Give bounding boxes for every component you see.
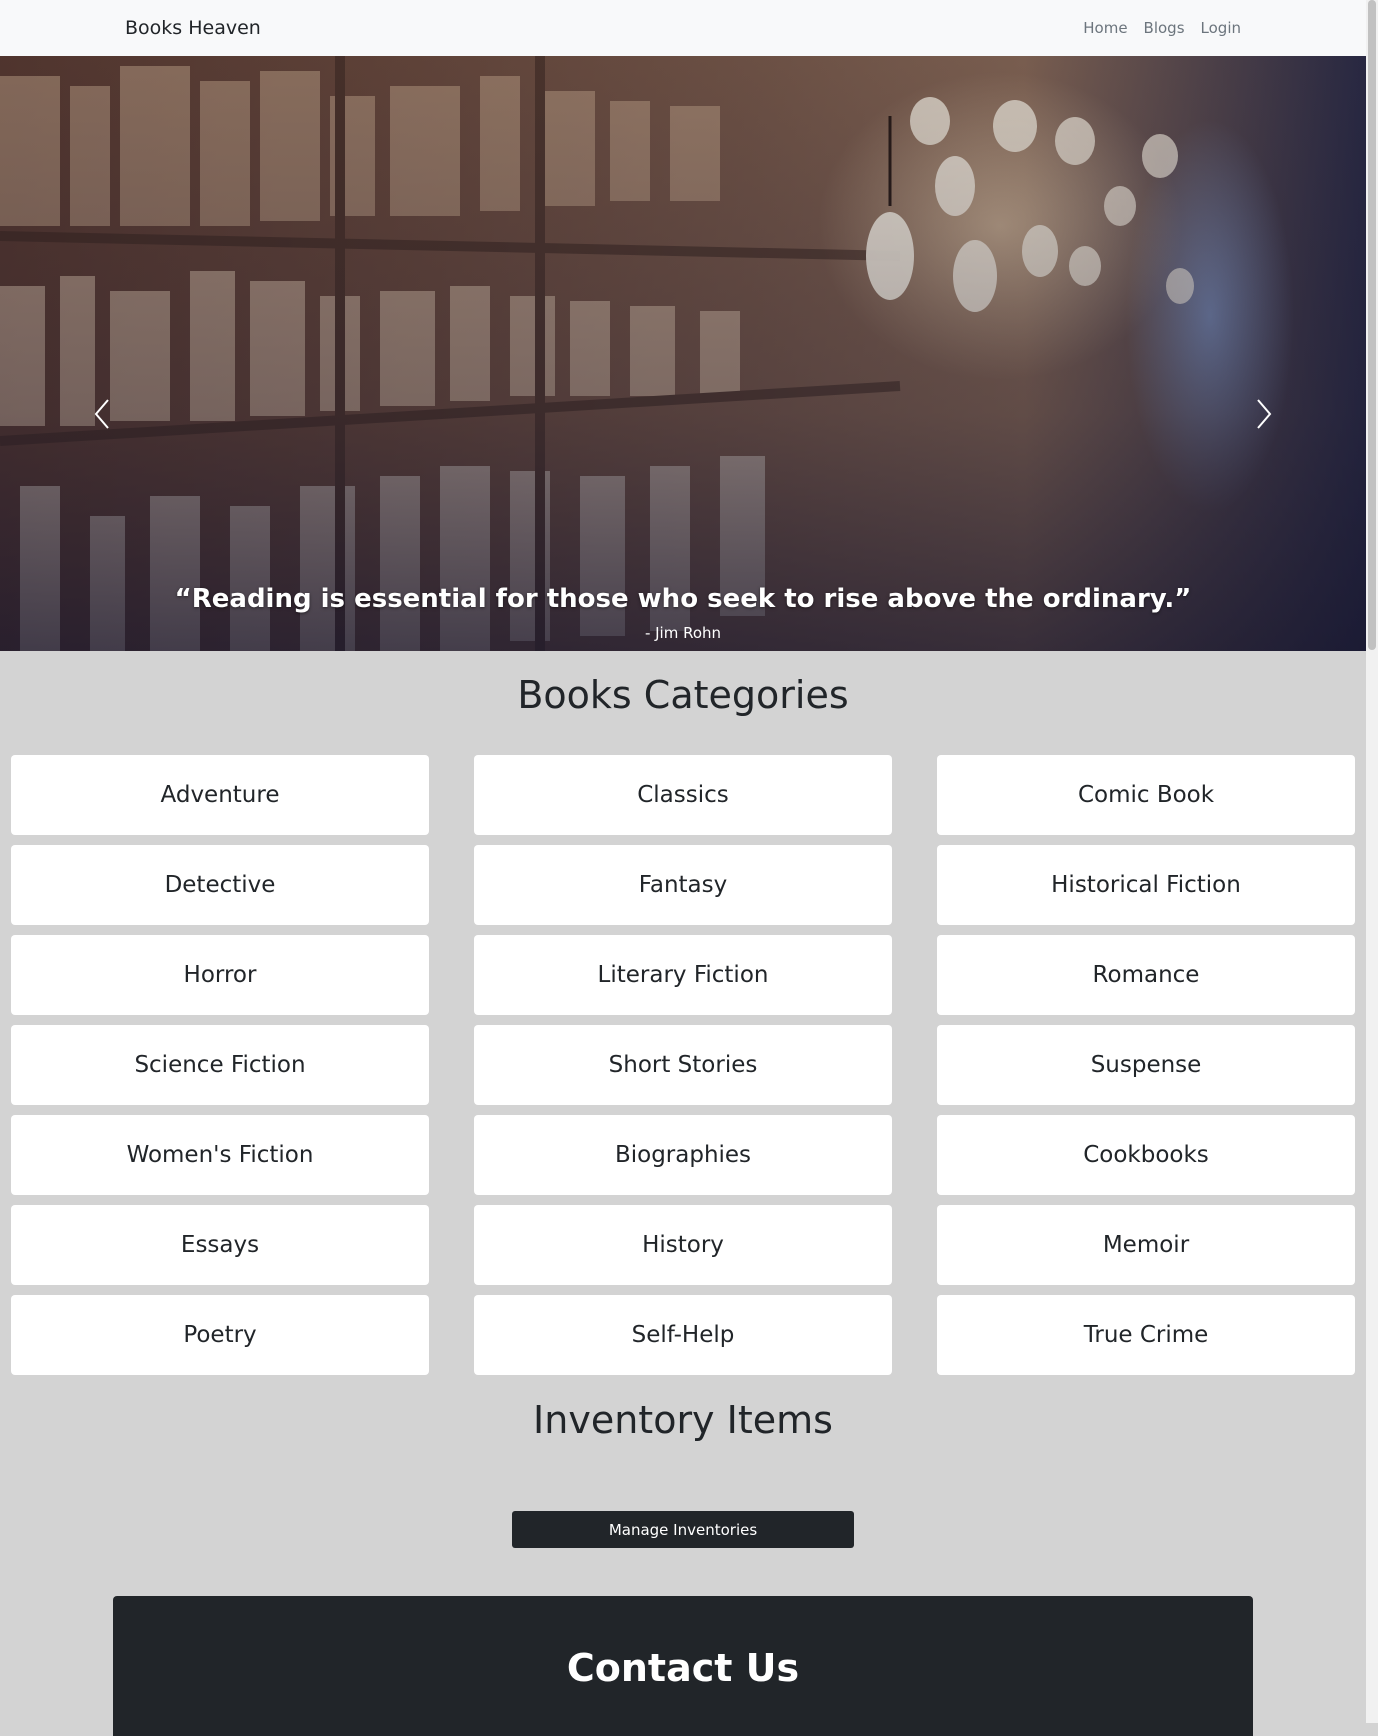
category-card[interactable]: True Crime — [937, 1295, 1355, 1375]
category-card[interactable]: Biographies — [474, 1115, 892, 1195]
category-card[interactable]: Detective — [11, 845, 429, 925]
category-card[interactable]: Adventure — [11, 755, 429, 835]
hero-overlay — [0, 56, 1366, 651]
category-card[interactable]: Memoir — [937, 1205, 1355, 1285]
manage-inventories-button[interactable]: Manage Inventories — [512, 1511, 854, 1548]
carousel-prev-button[interactable] — [82, 394, 122, 434]
chevron-right-icon — [1257, 399, 1272, 429]
category-card[interactable]: Short Stories — [474, 1025, 892, 1105]
nav-link-home[interactable]: Home — [1083, 19, 1127, 37]
category-card[interactable]: Poetry — [11, 1295, 429, 1375]
chevron-left-icon — [94, 399, 109, 429]
category-card[interactable]: Fantasy — [474, 845, 892, 925]
carousel-next-button[interactable] — [1244, 394, 1284, 434]
contact-section: Contact Us — [113, 1596, 1253, 1736]
navbar: Books Heaven Home Blogs Login — [0, 0, 1366, 56]
scrollbar-thumb[interactable] — [1368, 0, 1376, 650]
category-card[interactable]: Comic Book — [937, 755, 1355, 835]
category-card[interactable]: Horror — [11, 935, 429, 1015]
contact-title: Contact Us — [566, 1646, 800, 1690]
category-card[interactable]: Romance — [937, 935, 1355, 1015]
category-card[interactable]: Essays — [11, 1205, 429, 1285]
category-card[interactable]: Self-Help — [474, 1295, 892, 1375]
category-card[interactable]: Literary Fiction — [474, 935, 892, 1015]
categories-title: Books Categories — [517, 673, 849, 717]
brand-logo-text[interactable]: Books Heaven — [125, 17, 261, 39]
hero-quote-author: - Jim Rohn — [644, 624, 722, 642]
inventory-title: Inventory Items — [533, 1398, 833, 1442]
category-card[interactable]: History — [474, 1205, 892, 1285]
category-grid: Adventure Classics Comic Book Detective … — [0, 743, 1366, 1375]
category-card[interactable]: Science Fiction — [11, 1025, 429, 1105]
nav-links: Home Blogs Login — [1083, 19, 1241, 37]
category-card[interactable]: Women's Fiction — [11, 1115, 429, 1195]
page: Books Heaven Home Blogs Login “Reading i… — [0, 0, 1366, 1736]
category-card[interactable]: Suspense — [937, 1025, 1355, 1105]
carousel-caption: “Reading is essential for those who seek… — [0, 584, 1366, 642]
category-card[interactable]: Cookbooks — [937, 1115, 1355, 1195]
category-card[interactable]: Classics — [474, 755, 892, 835]
nav-link-blogs[interactable]: Blogs — [1144, 19, 1185, 37]
hero-quote: “Reading is essential for those who seek… — [174, 584, 1192, 614]
nav-link-login[interactable]: Login — [1201, 19, 1241, 37]
page-scrollbar[interactable] — [1366, 0, 1378, 1723]
manage-inventories-wrap: Manage Inventories — [0, 1511, 1366, 1548]
hero-carousel: “Reading is essential for those who seek… — [0, 56, 1366, 651]
category-card[interactable]: Historical Fiction — [937, 845, 1355, 925]
